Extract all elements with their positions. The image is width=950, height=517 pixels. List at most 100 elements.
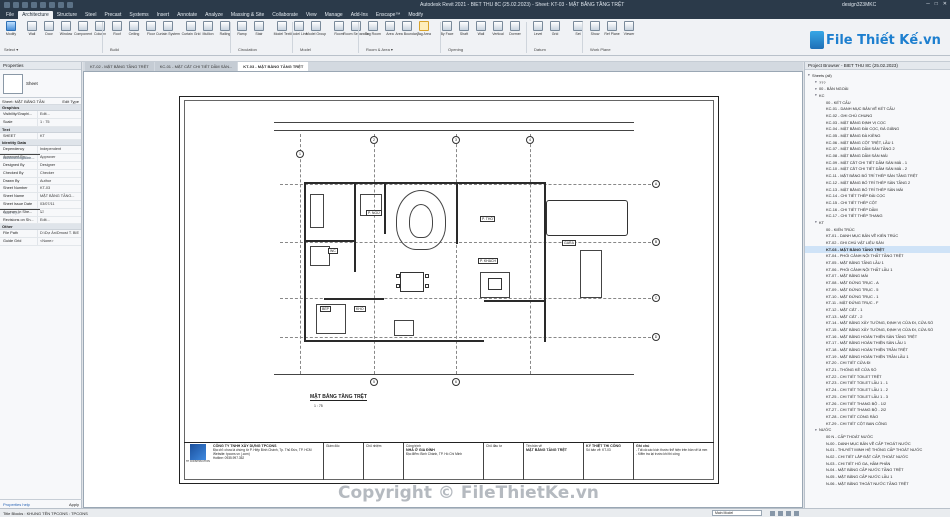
browser-item[interactable]: KC-13 - MẶT BẰNG BỐ TRÍ THÉP SÀN MÁI	[805, 186, 950, 193]
property-value[interactable]: Edit...	[38, 111, 81, 118]
dining-table[interactable]	[400, 272, 424, 292]
minimize-icon[interactable]: ─	[926, 1, 930, 7]
ribbon-button[interactable]: Dormer	[507, 21, 523, 36]
ribbon-tab[interactable]: View	[302, 11, 321, 19]
3d-view-icon[interactable]	[67, 2, 73, 8]
browser-item[interactable]: KC-08 - MẶT BẰNG DẦM SÀN MÁI	[805, 152, 950, 159]
property-value[interactable]: KT-03	[38, 185, 81, 192]
browser-item[interactable]: KC-07 - MẶT BẰNG DẦM SÀN TẦNG 2	[805, 146, 950, 153]
ribbon-button[interactable]: Model Group	[306, 21, 326, 36]
browser-item[interactable]: KC-14 - CHI TIẾT THÉP ĐÀI CỌC	[805, 192, 950, 199]
browser-item[interactable]: KT-05 - MẶT BẰNG TẦNG LẦU 1	[805, 259, 950, 266]
browser-item[interactable]: KC-04 - MẶT BẰNG ĐÀI CỌC, ĐÀ GIẰNG	[805, 126, 950, 133]
model-selector[interactable]: Main Model	[712, 510, 762, 516]
wardrobe[interactable]	[310, 194, 324, 228]
close-icon[interactable]: ✕	[943, 1, 947, 7]
property-value[interactable]: Edit...	[38, 217, 81, 224]
property-value[interactable]: 03/07/11	[38, 201, 81, 208]
browser-item[interactable]: KT-19 - MẶT BẰNG HOÀN THIỆN TRẦN LẦU 1	[805, 353, 950, 360]
drawing-title[interactable]: MẶT BẰNG TẦNG TRỆT	[310, 394, 367, 401]
ribbon-tab[interactable]: File	[2, 11, 18, 19]
ribbon-button[interactable]: Stair	[251, 21, 267, 36]
design-options-icon[interactable]	[778, 511, 783, 516]
view-tab[interactable]: KT-02 - MẶT BẰNG TẦNG TRỆT	[85, 62, 154, 71]
browser-item[interactable]: KT-18 - MẶT BẰNG HOÀN THIỆN TRẦN TRỆT	[805, 346, 950, 353]
ribbon-tab[interactable]: Annotate	[173, 11, 201, 19]
room-tag[interactable]: P. NGỦ	[366, 210, 382, 216]
browser-item[interactable]: N-06 - MẶT BẰNG THOÁT NƯỚC TẦNG TRỆT	[805, 480, 950, 487]
ribbon-tab[interactable]: Architecture	[18, 10, 53, 19]
grid-bubble[interactable]: 1	[296, 150, 304, 158]
browser-item[interactable]: KT-15 - MẶT BẰNG XÂY TƯỜNG, ĐỊNH VỊ CỬA …	[805, 326, 950, 333]
ribbon-button[interactable]: Set	[570, 21, 586, 36]
browser-item[interactable]: KT-09 - MẶT ĐỨNG TRỤC - 5	[805, 286, 950, 293]
browser-item[interactable]: KT-21 - THỐNG KÊ CỬA SỔ	[805, 366, 950, 373]
ribbon-tab[interactable]: Manage	[321, 11, 347, 19]
drawing-canvas[interactable]: 1 2 3 4 A B C D 5 6 P. NGỦ WC P. THỜ P. …	[83, 71, 803, 508]
property-row[interactable]: Checked By Checker	[0, 169, 81, 178]
ribbon-tab[interactable]: Massing & Site	[227, 11, 268, 19]
ribbon-button[interactable]: Tag Area	[416, 21, 432, 36]
undo-icon[interactable]	[31, 2, 37, 8]
browser-item[interactable]: KT-06 - PHỐI CẢNH NỘI THẤT LẦU 1	[805, 266, 950, 273]
ribbon-button[interactable]: Area Boundary	[395, 21, 419, 36]
browser-item[interactable]: KC-06 - MẶT BẰNG CỘT TRỆT, LẦU 1	[805, 139, 950, 146]
browser-item[interactable]: KT-20 - CHI TIẾT CỬA ĐI	[805, 360, 950, 367]
ribbon-button[interactable]: By Face	[439, 21, 455, 36]
ribbon-button[interactable]: Modify	[3, 21, 19, 36]
browser-item[interactable]: KC-11 - MẶT BẰNG BỐ TRÍ THÉP SÀN TẦNG TR…	[805, 172, 950, 179]
app-menu-icon[interactable]	[4, 2, 10, 8]
browser-item[interactable]: KT-02 - GHI CHÚ VẬT LIỆU SÀN	[805, 239, 950, 246]
browser-item[interactable]: KC-03 - MẶT BẰNG ĐỊNH VỊ CỌC	[805, 119, 950, 126]
property-value[interactable]: MẶT BẰNG TẦNG...	[38, 193, 81, 200]
view-tab[interactable]: KC-01 - MẶT CẮT CHI TIẾT DẦM SÀN...	[154, 62, 238, 71]
title-block[interactable]: TP CONSTRUCTION CÔNG TY TNHH XÂY DỰNG TP…	[184, 442, 714, 480]
browser-item[interactable]: KT-01 - DANH MỤC BẢN VẼ KIẾN TRÚC	[805, 233, 950, 240]
properties-help-link[interactable]: Properties help	[3, 502, 30, 507]
room-tag[interactable]: P. KHÁCH	[478, 258, 499, 264]
property-row[interactable]: Designed By Designer	[0, 161, 81, 170]
property-value[interactable]: D:\Dự Án\Dmost T. BIE	[38, 230, 81, 237]
browser-item[interactable]: KT-28 - CHI TIẾT CỔNG RÀO	[805, 413, 950, 420]
browser-item[interactable]: KT-07 - MẶT BẰNG MÁI	[805, 273, 950, 280]
browser-item[interactable]: KT-24 - CHI TIẾT TOILET LẦU 1 - 2	[805, 386, 950, 393]
browser-item[interactable]: ▾ Sheets (all)	[805, 72, 950, 79]
browser-item[interactable]: 00 - KẾT CẤU	[805, 99, 950, 106]
browser-item[interactable]: ▾ KT	[805, 219, 950, 226]
browser-item[interactable]: N-00 - DANH MỤC BẢN VẼ CẤP THOÁT NƯỚC	[805, 440, 950, 447]
browser-item[interactable]: KT-14 - MẶT BẰNG XÂY TƯỜNG, ĐỊNH VỊ CỬA …	[805, 319, 950, 326]
browser-item[interactable]: KT-17 - MẶT BẰNG HOÀN THIỆN SÀN LẦU 1	[805, 340, 950, 347]
browser-item[interactable]: KT-03 - MẶT BẰNG TẦNG TRỆT	[805, 245, 950, 253]
browser-item[interactable]: N-05 - MẶT BẰNG CẤP NƯỚC LẦU 1	[805, 473, 950, 480]
ribbon-button[interactable]: Viewer	[621, 21, 637, 36]
ribbon-button[interactable]: Curtain System	[156, 21, 180, 36]
type-selector[interactable]: Sheet	[0, 70, 81, 98]
grid-bubble[interactable]: 5	[370, 378, 378, 386]
property-value[interactable]	[38, 155, 40, 161]
property-row[interactable]: Sheet Number KT-03	[0, 185, 81, 194]
ribbon-button[interactable]: Wall	[24, 21, 40, 36]
grid-bubble[interactable]: C	[652, 294, 660, 302]
measure-icon[interactable]	[58, 2, 64, 8]
ribbon-button[interactable]: Ceiling	[126, 21, 142, 36]
ribbon-button[interactable]: Wall	[473, 21, 489, 36]
property-value[interactable]: Approver	[38, 154, 81, 161]
grid-bubble[interactable]: B	[652, 238, 660, 246]
property-value[interactable]: Designer	[38, 162, 81, 169]
select-links-icon[interactable]	[786, 511, 791, 516]
ribbon-tab[interactable]: Enscape™	[372, 11, 404, 19]
ribbon-button[interactable]: Ramp	[234, 21, 250, 36]
ribbon-button[interactable]: Ref Plane	[604, 21, 620, 36]
property-value[interactable]: Author	[38, 178, 81, 185]
browser-item[interactable]: ▾ 00 - BẢN NGOÀI	[805, 85, 950, 92]
ribbon-button[interactable]: Model Line	[290, 21, 308, 36]
property-value[interactable]: ☑	[38, 209, 81, 216]
ribbon-tab[interactable]: Add-Ins	[347, 11, 372, 19]
browser-item[interactable]: KT-08 - MẶT ĐỨNG TRỤC - A	[805, 279, 950, 286]
browser-item[interactable]: N-02 - CHI TIẾT LẮP ĐẶT CẤP, THOÁT NƯỚC	[805, 453, 950, 460]
room-tag[interactable]: BẾP	[320, 306, 332, 312]
ribbon-button[interactable]: Vertical	[490, 21, 506, 36]
browser-item[interactable]: KT-22 - CHI TIẾT TOILET TRỆT	[805, 373, 950, 380]
property-value[interactable]	[38, 210, 40, 216]
ribbon-button[interactable]: Window	[58, 21, 74, 36]
